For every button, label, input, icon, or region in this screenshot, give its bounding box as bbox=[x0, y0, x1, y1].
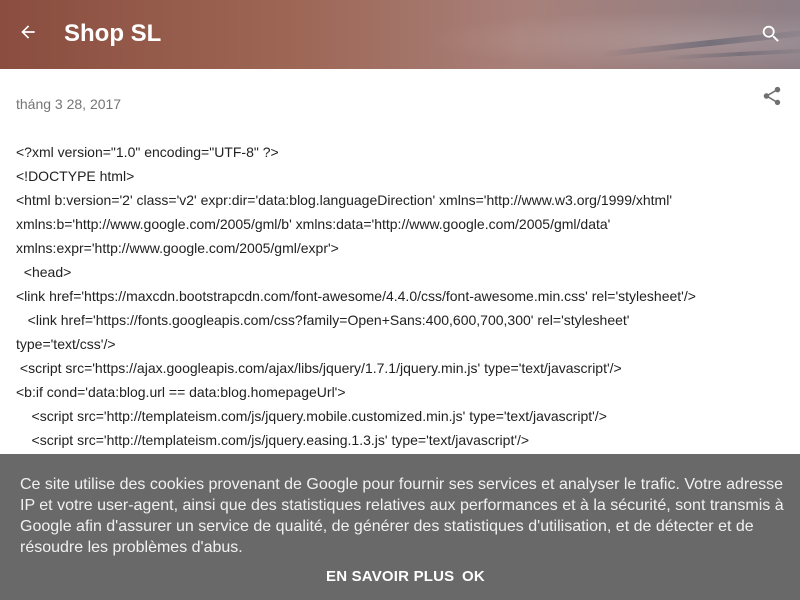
search-button[interactable] bbox=[758, 23, 784, 49]
code-line: <?xml version="1.0" encoding="UTF-8" ?> bbox=[16, 144, 279, 160]
back-button[interactable] bbox=[14, 20, 42, 48]
ok-button[interactable]: OK bbox=[462, 568, 485, 585]
code-line: <link href='https://maxcdn.bootstrapcdn.… bbox=[16, 288, 696, 304]
code-line: <b:if cond='data:blog.url == data:blog.h… bbox=[16, 384, 346, 400]
cookie-notice-text: Ce site utilise des cookies provenant de… bbox=[20, 476, 784, 556]
post-date[interactable]: tháng 3 28, 2017 bbox=[16, 96, 121, 112]
share-icon bbox=[761, 85, 783, 112]
post-body: <?xml version="1.0" encoding="UTF-8" ?> … bbox=[16, 140, 786, 452]
header-bar: Shop SL bbox=[0, 0, 800, 69]
code-line: xmlns:expr='http://www.google.com/2005/g… bbox=[16, 240, 339, 256]
learn-more-button[interactable]: EN SAVOIR PLUS bbox=[326, 568, 454, 585]
cookie-notice-actions: EN SAVOIR PLUS OK bbox=[0, 568, 800, 590]
code-line: <script src='http://templateism.com/js/j… bbox=[16, 432, 530, 448]
code-line: <script src='http://templateism.com/js/j… bbox=[16, 408, 607, 424]
code-line: <html b:version='2' class='v2' expr:dir=… bbox=[16, 192, 672, 208]
share-button[interactable] bbox=[759, 85, 785, 111]
cookie-notice: Ce site utilise des cookies provenant de… bbox=[0, 454, 800, 600]
search-icon bbox=[760, 23, 782, 50]
code-line: <!DOCTYPE html> bbox=[16, 168, 135, 184]
code-line: <script src='https://ajax.googleapis.com… bbox=[16, 360, 622, 376]
code-line: xmlns:b='http://www.google.com/2005/gml/… bbox=[16, 216, 611, 232]
code-line: <link href='https://fonts.googleapis.com… bbox=[16, 312, 630, 328]
code-line: type='text/css'/> bbox=[16, 336, 116, 352]
site-title[interactable]: Shop SL bbox=[64, 20, 161, 48]
code-line: <head> bbox=[16, 264, 72, 280]
arrow-left-icon bbox=[18, 22, 38, 47]
